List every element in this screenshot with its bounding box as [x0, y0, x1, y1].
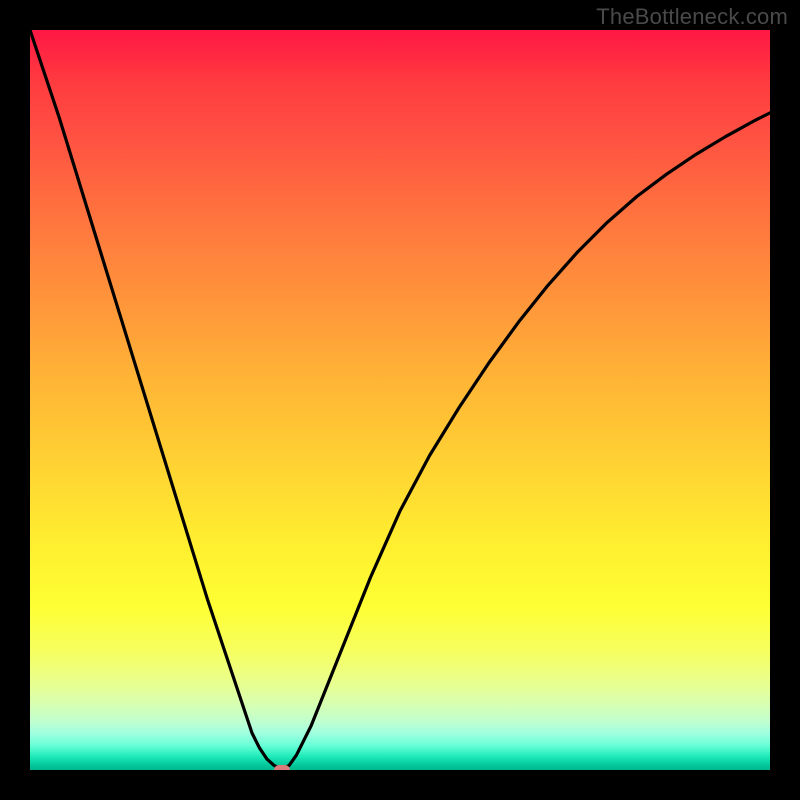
watermark-text: TheBottleneck.com: [596, 4, 788, 30]
bottleneck-curve: [30, 30, 770, 770]
plot-area: [30, 30, 770, 770]
minimum-marker: [274, 765, 290, 770]
chart-frame: TheBottleneck.com: [0, 0, 800, 800]
